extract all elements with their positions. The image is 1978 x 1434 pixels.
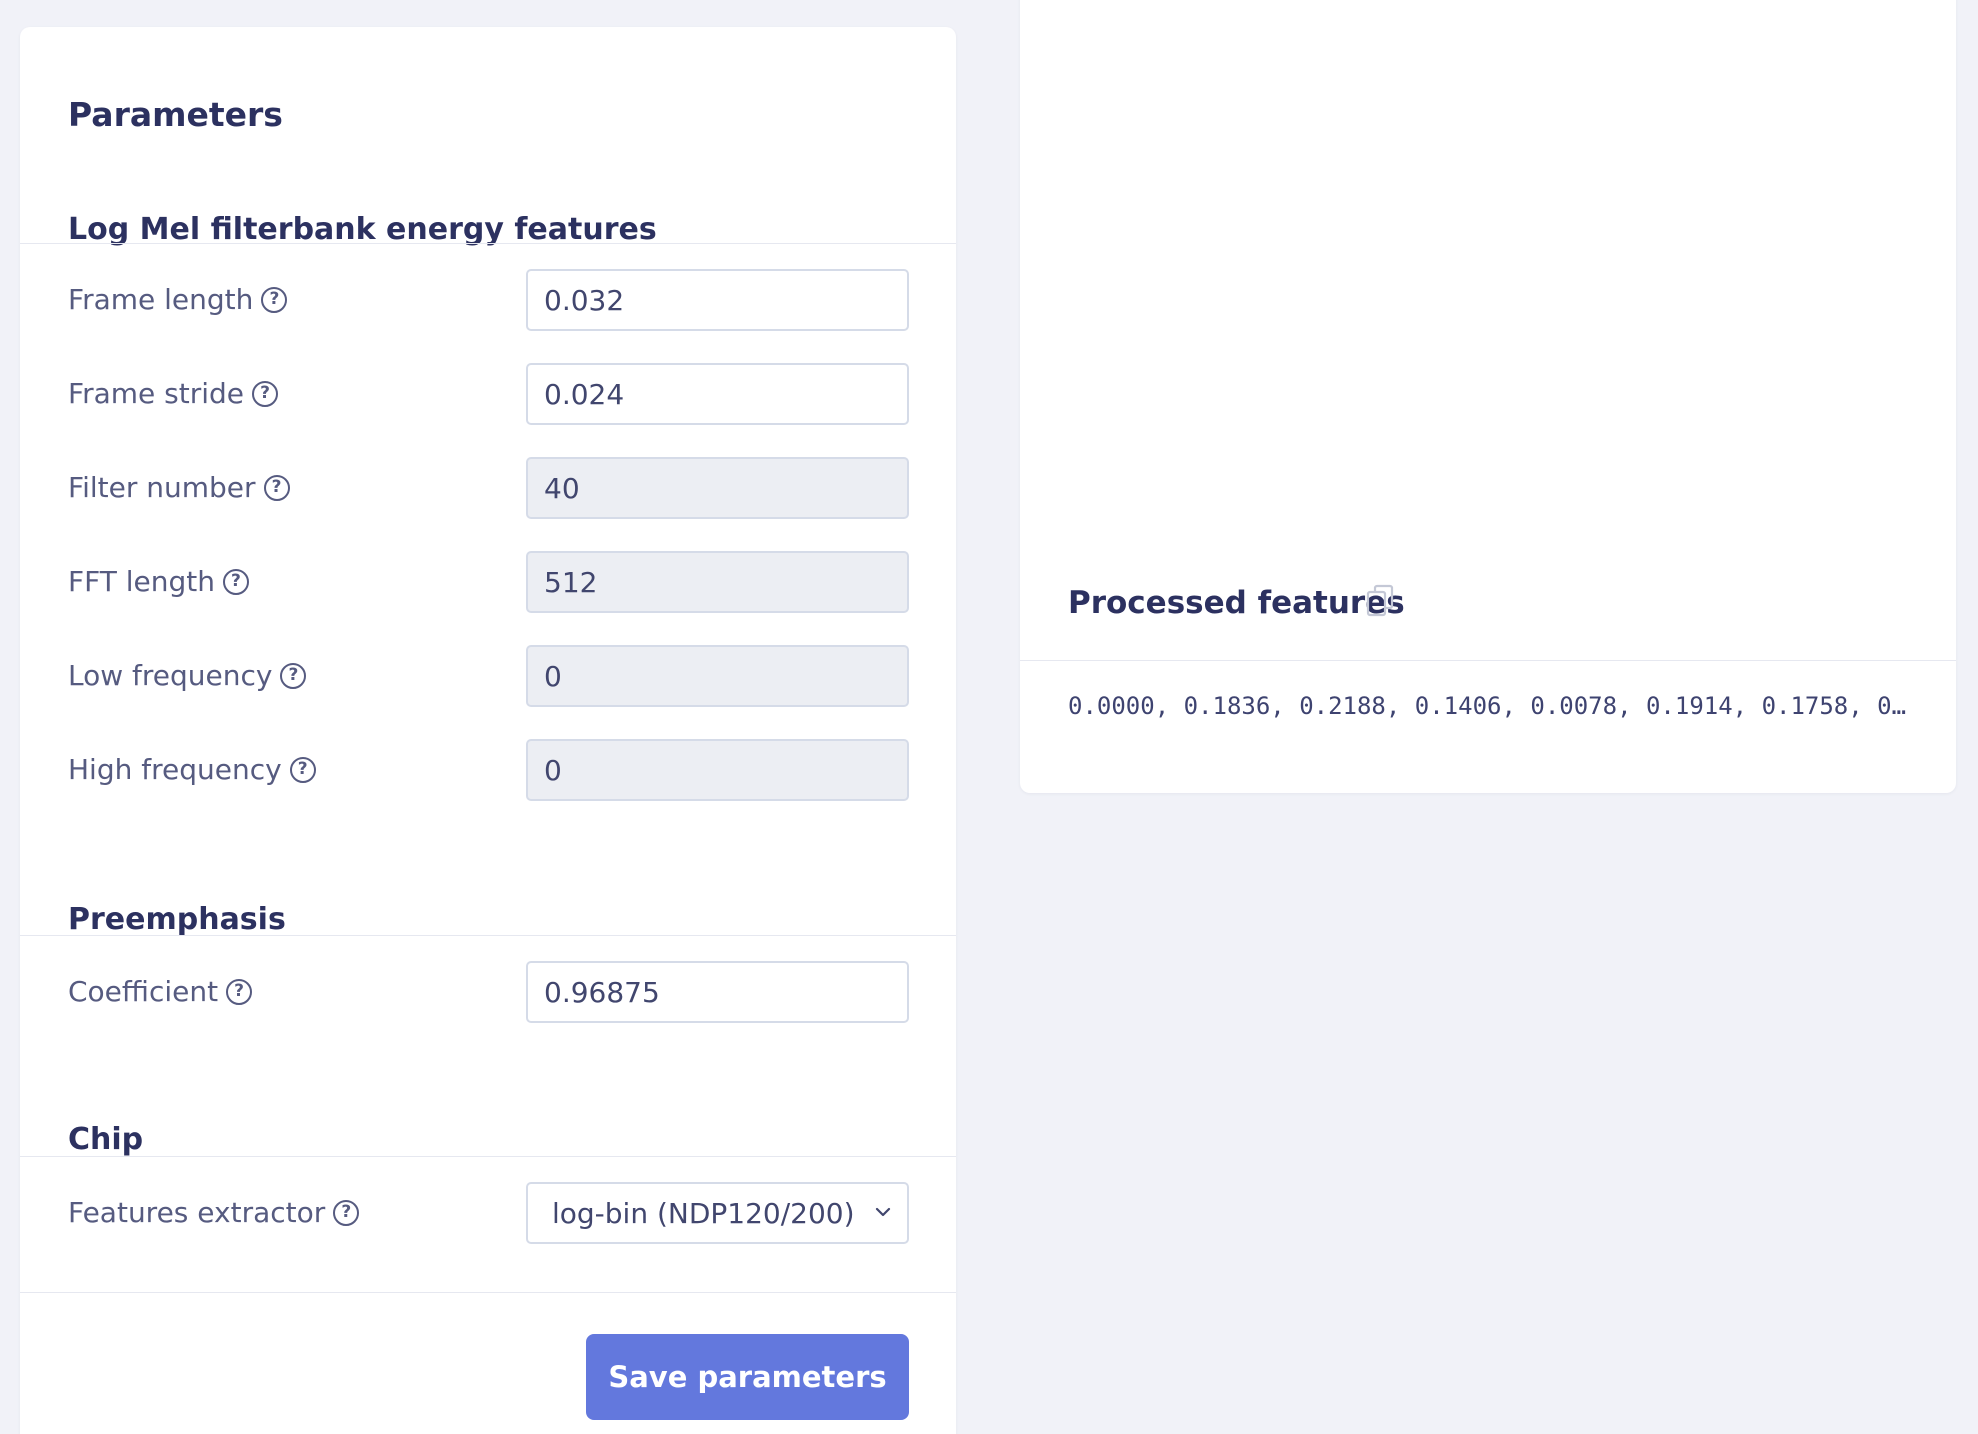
high-frequency-input bbox=[526, 739, 909, 801]
help-icon[interactable]: ? bbox=[280, 662, 307, 689]
low-frequency-input bbox=[526, 645, 909, 707]
coefficient-label: Coefficient ? bbox=[68, 975, 253, 1008]
chevron-down-icon bbox=[875, 1207, 891, 1217]
divider bbox=[20, 935, 956, 936]
field-row-features-extractor: Features extractor ? log-bin (NDP120/200… bbox=[20, 1182, 956, 1244]
filter-number-input bbox=[526, 457, 909, 519]
field-row-frame-length: Frame length ? bbox=[20, 269, 956, 331]
help-icon[interactable]: ? bbox=[252, 380, 278, 407]
processed-features-values: 0.0000, 0.1836, 0.2188, 0.1406, 0.0078, … bbox=[1068, 692, 1908, 720]
divider bbox=[20, 243, 956, 244]
help-icon[interactable]: ? bbox=[289, 756, 316, 783]
field-row-coefficient: Coefficient ? bbox=[20, 961, 956, 1023]
field-row-fft-length: FFT length ? bbox=[20, 551, 956, 613]
help-icon[interactable]: ? bbox=[222, 568, 249, 595]
help-icon[interactable]: ? bbox=[226, 978, 253, 1005]
divider bbox=[1020, 660, 1956, 661]
frame-stride-input[interactable] bbox=[526, 363, 909, 425]
copy-icon[interactable] bbox=[1366, 584, 1396, 618]
help-icon[interactable]: ? bbox=[263, 474, 290, 501]
section-title-chip: Chip bbox=[68, 1122, 144, 1157]
section-title-mfe: Log Mel filterbank energy features bbox=[68, 212, 657, 247]
field-row-filter-number: Filter number ? bbox=[20, 457, 956, 519]
section-title-preemphasis: Preemphasis bbox=[68, 902, 286, 937]
help-icon[interactable]: ? bbox=[333, 1199, 360, 1226]
field-row-low-frequency: Low frequency ? bbox=[20, 645, 956, 707]
save-parameters-button[interactable]: Save parameters bbox=[586, 1334, 909, 1420]
panel-title: Parameters bbox=[68, 95, 283, 134]
frame-stride-label: Frame stride ? bbox=[68, 377, 278, 410]
fft-length-input bbox=[526, 551, 909, 613]
features-extractor-select[interactable]: log-bin (NDP120/200) bbox=[526, 1182, 909, 1244]
field-row-high-frequency: High frequency ? bbox=[20, 739, 956, 801]
help-icon[interactable]: ? bbox=[261, 286, 288, 313]
divider bbox=[20, 1292, 956, 1293]
parameters-panel: Parameters Log Mel filterbank energy fea… bbox=[20, 27, 956, 1434]
filter-number-label: Filter number ? bbox=[68, 471, 290, 504]
frame-length-input[interactable] bbox=[526, 269, 909, 331]
field-row-frame-stride: Frame stride ? bbox=[20, 363, 956, 425]
low-frequency-label: Low frequency ? bbox=[68, 659, 307, 692]
coefficient-input[interactable] bbox=[526, 961, 909, 1023]
processed-features-panel: Processed features 0.0000, 0.1836, 0.218… bbox=[1020, 0, 1956, 793]
features-extractor-value: log-bin (NDP120/200) bbox=[552, 1196, 855, 1230]
fft-length-label: FFT length ? bbox=[68, 565, 249, 598]
divider bbox=[20, 1156, 956, 1157]
frame-length-label: Frame length ? bbox=[68, 283, 288, 316]
high-frequency-label: High frequency ? bbox=[68, 753, 316, 786]
processed-features-title: Processed features bbox=[1068, 585, 1405, 621]
features-extractor-label: Features extractor ? bbox=[68, 1196, 360, 1229]
